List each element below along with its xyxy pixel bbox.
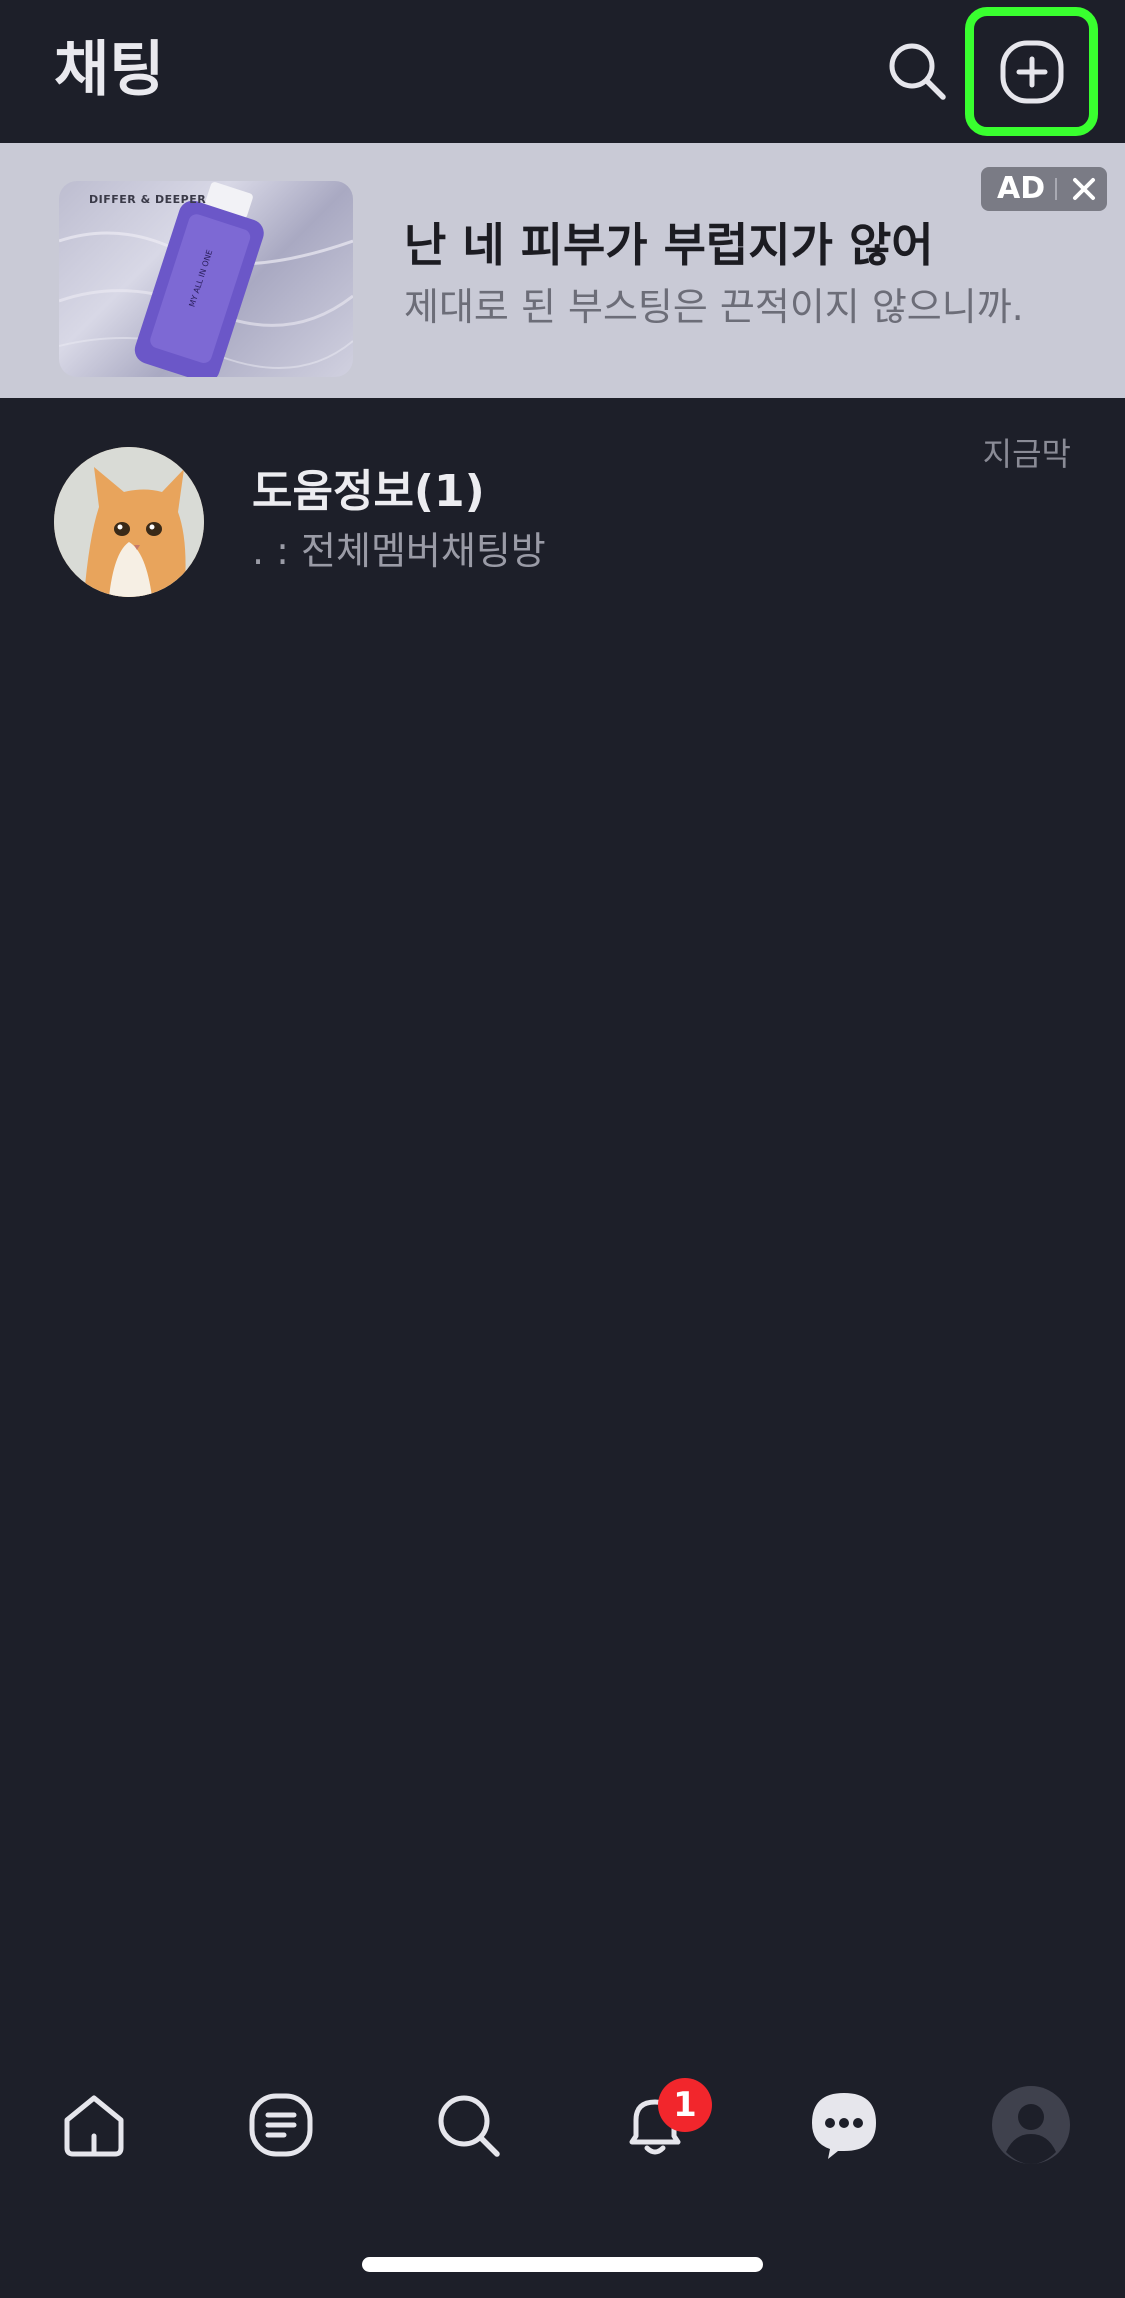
home-indicator	[362, 2257, 763, 2272]
chat-timestamp: 지금막	[982, 435, 1071, 473]
ad-image: MY ALL IN ONE DIFFER & DEEPER	[59, 181, 353, 377]
ad-headline: 난 네 피부가 부럽지가 않어	[404, 218, 934, 272]
avatar	[54, 447, 204, 597]
nav-search[interactable]	[413, 2060, 523, 2190]
profile-icon	[992, 2086, 1070, 2164]
document-list-icon	[249, 2093, 313, 2157]
ad-badge[interactable]: AD	[981, 167, 1107, 211]
chat-bubble-icon	[812, 2093, 876, 2159]
home-icon	[64, 2095, 124, 2157]
search-button[interactable]	[874, 28, 960, 114]
ad-badge-divider	[1055, 178, 1058, 200]
ad-close-button[interactable]	[1069, 174, 1099, 204]
search-icon	[889, 43, 946, 100]
new-chat-button[interactable]	[965, 7, 1098, 136]
bottom-nav: 1	[0, 2060, 1125, 2190]
chat-last-message: . : 전체멤버채팅방	[252, 529, 546, 573]
ad-product-illustration: MY ALL IN ONE	[59, 182, 353, 377]
notification-badge: 1	[658, 2078, 712, 2132]
ad-subtext: 제대로 된 부스팅은 끈적이지 않으니까.	[404, 285, 1024, 329]
nav-feed[interactable]	[226, 2060, 336, 2190]
search-icon	[438, 2095, 500, 2157]
plus-circle-icon	[1000, 40, 1063, 103]
ad-brand: DIFFER & DEEPER	[89, 193, 207, 206]
nav-chat[interactable]	[789, 2060, 899, 2190]
nav-home[interactable]	[39, 2060, 149, 2190]
page-title: 채팅	[54, 35, 165, 105]
nav-profile[interactable]	[976, 2060, 1086, 2190]
ad-label: AD	[997, 171, 1046, 206]
ad-banner[interactable]: MY ALL IN ONE DIFFER & DEEPER 난 네 피부가 부럽…	[0, 143, 1125, 398]
cat-avatar-image	[54, 447, 204, 597]
header: 채팅	[0, 0, 1125, 143]
chat-name: 도움정보(1)	[252, 466, 485, 517]
close-icon	[1073, 178, 1096, 200]
chat-list-item[interactable]: 도움정보(1) . : 전체멤버채팅방 지금막	[0, 420, 1125, 597]
